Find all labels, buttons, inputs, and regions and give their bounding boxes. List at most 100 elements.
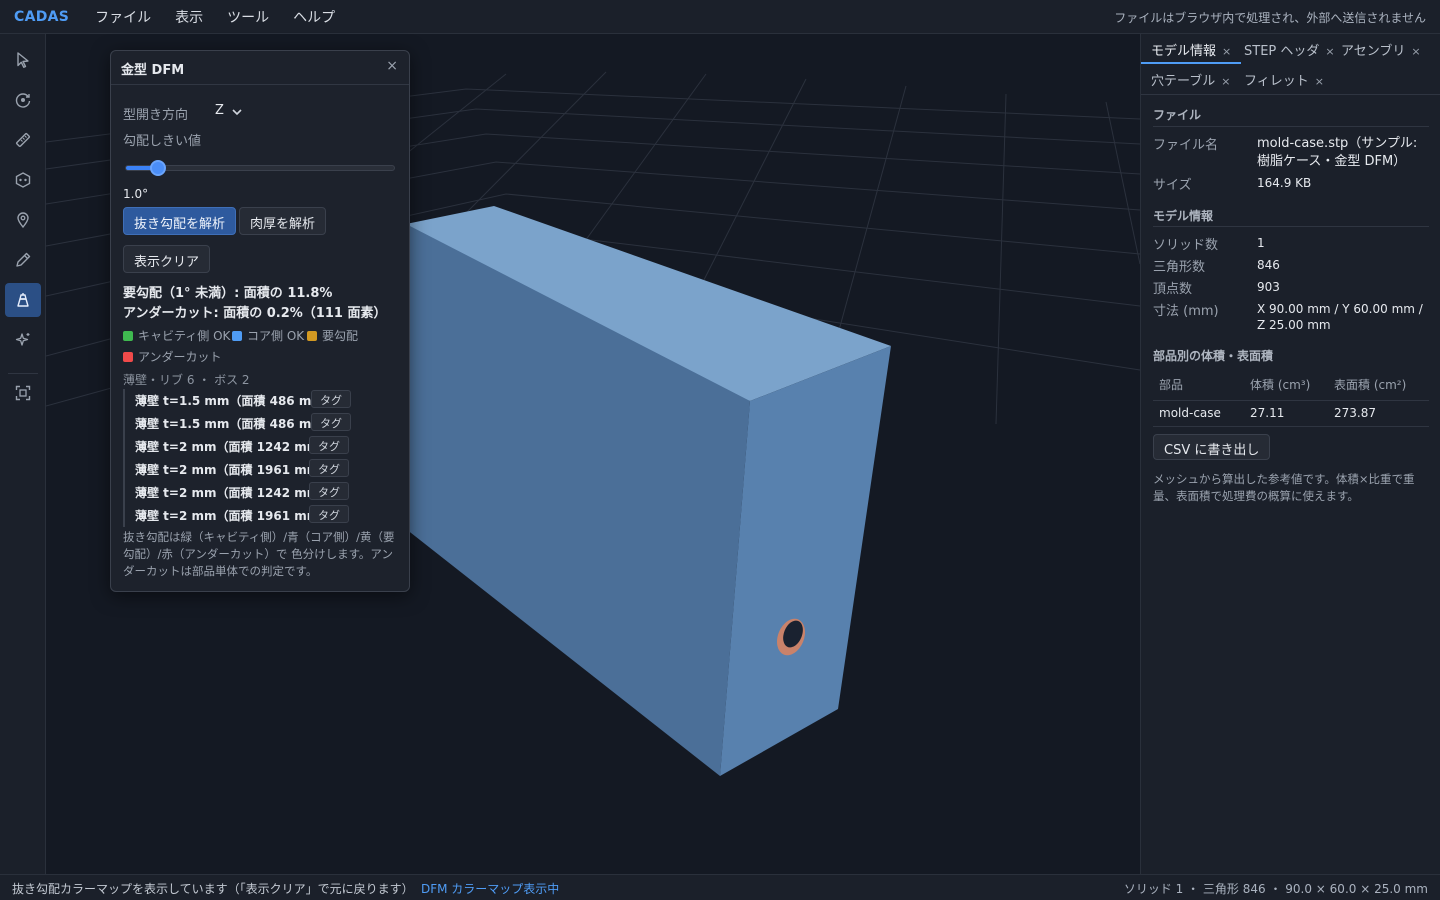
measure-tool-button[interactable] [5, 123, 41, 157]
dimensions-label: 寸法 (mm) [1153, 304, 1219, 319]
color-legend-note: 抜き勾配は緑（キャビティ側）/青（コア側）/黄（要勾配）/赤（アンダーカット）で… [123, 530, 395, 578]
feature-text: 薄壁 t=2 mm（面積 1242 mm²） [135, 486, 337, 500]
legend-swatch-blue [232, 330, 242, 341]
orbit-icon [15, 93, 31, 108]
tab-assembly[interactable]: アセンブリ × [1331, 34, 1431, 64]
threshold-label: 勾配しきい値 [123, 134, 202, 149]
menu-list: ファイル 表示 ツール ヘルプ [95, 7, 359, 27]
status-mode: DFM カラーマップ表示中 [421, 882, 560, 896]
ai-tool-button[interactable] [5, 323, 41, 357]
analyze-draft-button[interactable]: 抜き勾配を解析 [123, 207, 237, 235]
fit-view-button[interactable] [5, 376, 41, 410]
export-csv-button[interactable]: CSV に書き出し [1153, 434, 1271, 460]
menu-help[interactable]: ヘルプ [293, 7, 335, 27]
fit-view-icon [15, 385, 31, 401]
tag-button[interactable]: タグ [309, 482, 349, 500]
solid-count-value: 1 [1257, 236, 1265, 250]
direction-value: Z [215, 103, 224, 118]
orbit-tool-button[interactable] [5, 83, 41, 117]
list-item[interactable]: 薄壁 t=2 mm（面積 1242 mm²） タグ [123, 481, 403, 504]
toolbar-divider [8, 373, 38, 374]
close-icon[interactable]: × [1315, 75, 1324, 88]
sparkle-icon [15, 333, 30, 346]
vertex-count-label: 頂点数 [1153, 282, 1193, 297]
list-item[interactable]: 薄壁 t=2 mm（面積 1242 mm²） タグ [123, 435, 403, 458]
reference-note: メッシュから算出した参考値です。体積×比重で重量、表面積で処理費の概算に使えます… [1153, 472, 1415, 503]
mold-dfm-tool-button[interactable] [5, 283, 41, 317]
close-icon[interactable]: × [386, 58, 398, 74]
direction-label: 型開き方向 [123, 108, 189, 123]
tag-button[interactable]: タグ [309, 459, 349, 477]
list-item[interactable]: 薄壁 t=2 mm（面積 1961 mm²） タグ [123, 504, 403, 527]
dimensions-value: X 90.00 mm / Y 60.00 mm / Z 25.00 mm [1257, 302, 1423, 332]
chevron-down-icon [232, 109, 242, 116]
draft-result: 要勾配（1° 未満）: 面積の 11.8% [123, 286, 333, 301]
table-row[interactable]: mold-case 27.11 273.87 [1153, 400, 1429, 427]
tag-button[interactable]: タグ [309, 436, 349, 454]
parts-section-title: 部品別の体積・表面積 [1153, 349, 1274, 363]
model-section-title: モデル情報 [1153, 209, 1214, 223]
tab-model-info[interactable]: モデル情報 × [1141, 34, 1242, 64]
annotate-tool-button[interactable] [5, 243, 41, 277]
feature-text: 薄壁 t=2 mm（面積 1961 mm²） [135, 463, 337, 477]
tag-button[interactable]: タグ [311, 413, 351, 431]
feature-list: 薄壁 t=1.5 mm（面積 486 mm²） タグ 薄壁 t=1.5 mm（面… [123, 389, 403, 527]
pin-icon [17, 212, 29, 229]
mold-icon [17, 293, 29, 307]
tag-button[interactable]: タグ [311, 390, 351, 408]
legend-swatch-green [123, 330, 133, 341]
list-item[interactable]: 薄壁 t=2 mm（面積 1961 mm²） タグ [123, 458, 403, 481]
analyze-thickness-button[interactable]: 肉厚を解析 [239, 207, 327, 235]
size-label: サイズ [1153, 178, 1192, 193]
filename-label: ファイル名 [1153, 138, 1219, 153]
mold-dfm-panel: 金型 DFM × 型開き方向 Z 勾配しきい値 1.0° 抜き勾配を解析 肉厚を… [110, 50, 410, 592]
undercut-result: アンダーカット: 面積の 0.2%（111 面素） [123, 306, 387, 321]
menu-file[interactable]: ファイル [95, 7, 151, 27]
status-bar: 抜き勾配カラーマップを表示しています（「表示クリア」で元に戻ります） DFM カ… [0, 874, 1440, 900]
list-item[interactable]: 薄壁 t=1.5 mm（面積 486 mm²） タグ [123, 389, 403, 412]
ruler-icon [15, 132, 31, 148]
section-divider [1153, 126, 1429, 127]
list-item[interactable]: 薄壁 t=1.5 mm（面積 486 mm²） タグ [123, 412, 403, 435]
volume-cell: 27.11 [1244, 400, 1328, 427]
status-message: 抜き勾配カラーマップを表示しています（「表示クリア」で元に戻ります） [12, 882, 414, 896]
threshold-slider[interactable] [125, 160, 395, 176]
legend-label: アンダーカット [138, 350, 222, 364]
tab-label: フィレット [1244, 74, 1309, 89]
column-header: 体積 (cm³) [1244, 370, 1328, 401]
privacy-note: ファイルはブラウザ内で処理され、外部へ送信されません [1114, 11, 1426, 25]
legend-swatch-yellow [307, 330, 317, 341]
close-icon[interactable]: × [1411, 45, 1420, 58]
close-icon[interactable]: × [1221, 75, 1230, 88]
menubar: CADAS ファイル 表示 ツール ヘルプ ファイルはブラウザ内で処理され、外部… [0, 0, 1440, 34]
tabs-divider [1141, 94, 1440, 95]
tab-fillet[interactable]: フィレット × [1234, 64, 1334, 94]
direction-select[interactable]: Z [205, 100, 247, 124]
tag-button[interactable]: タグ [309, 505, 349, 523]
triangle-count-label: 三角形数 [1153, 260, 1206, 275]
pencil-icon [16, 252, 31, 267]
info-panel: モデル情報 × STEP ヘッダ × アセンブリ × 穴テーブル × フィレット × ファ… [1140, 34, 1440, 874]
menu-tools[interactable]: ツール [227, 7, 269, 27]
tab-hole-table[interactable]: 穴テーブル × [1141, 64, 1240, 94]
size-value: 164.9 KB [1257, 176, 1312, 190]
legend-cavity: キャビティ側 OK [123, 327, 230, 344]
marker-tool-button[interactable] [5, 203, 41, 237]
panel-header: 金型 DFM × [111, 51, 409, 85]
triangle-count-value: 846 [1257, 258, 1280, 272]
close-icon[interactable]: × [1222, 45, 1231, 58]
file-section-title: ファイル [1153, 108, 1202, 122]
select-tool-button[interactable] [5, 43, 41, 77]
slider-thumb[interactable] [150, 160, 167, 176]
section-icon [15, 172, 31, 188]
model-mold-case[interactable] [406, 206, 891, 776]
panel-title: 金型 DFM [121, 63, 185, 78]
section-tool-button[interactable] [5, 163, 41, 197]
thin-wall-summary: 薄壁・リブ 6 ・ ボス 2 [123, 373, 250, 387]
table-header-row: 部品 体積 (cm³) 表面積 (cm²) [1153, 370, 1429, 401]
menu-view[interactable]: 表示 [175, 7, 203, 27]
tab-step-header[interactable]: STEP ヘッダ × [1234, 34, 1345, 64]
tool-sidebar [0, 34, 46, 874]
filename-value: mold-case.stp（サンプル: 樹脂ケース・金型 DFM） [1257, 136, 1418, 169]
clear-display-button[interactable]: 表示クリア [123, 245, 211, 273]
